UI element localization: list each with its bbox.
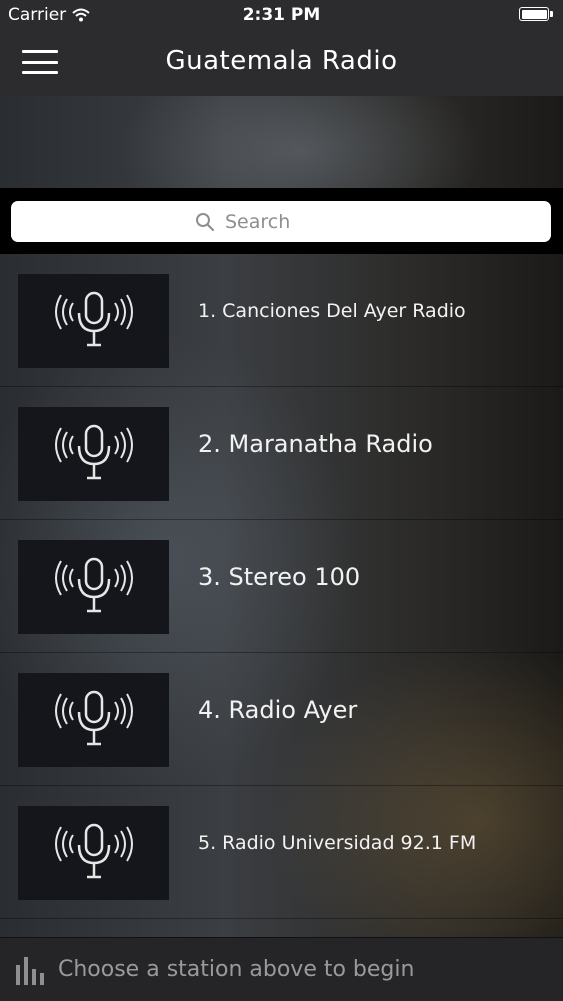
search-bar	[0, 188, 563, 254]
now-playing-bar[interactable]: Choose a station above to begin	[0, 937, 563, 1001]
station-row[interactable]: 4. Radio Ayer	[0, 653, 563, 786]
microphone-broadcast-icon	[54, 424, 133, 480]
microphone-broadcast-icon	[54, 291, 133, 347]
station-thumbnail	[18, 673, 169, 767]
station-row[interactable]: 1. Canciones Del Ayer Radio	[0, 254, 563, 387]
station-row[interactable]: 2. Maranatha Radio	[0, 387, 563, 520]
station-list: 1. Canciones Del Ayer Radio 2. Maranatha…	[0, 254, 563, 919]
microphone-broadcast-icon	[54, 557, 133, 613]
station-label: 3. Stereo 100	[198, 563, 361, 591]
station-thumbnail	[18, 806, 169, 900]
station-thumbnail	[18, 274, 169, 368]
search-icon	[195, 212, 215, 232]
status-time: 2:31 PM	[242, 5, 321, 25]
player-message: Choose a station above to begin	[58, 957, 415, 982]
battery-icon	[519, 7, 553, 21]
station-row[interactable]: 3. Stereo 100	[0, 520, 563, 653]
equalizer-bars-icon	[16, 957, 44, 985]
status-bar: Carrier 2:31 PM	[0, 0, 563, 30]
station-label: 5. Radio Universidad 92.1 FM	[198, 832, 477, 854]
station-label: 2. Maranatha Radio	[198, 430, 433, 458]
station-label: 1. Canciones Del Ayer Radio	[198, 300, 466, 322]
station-thumbnail	[18, 540, 169, 634]
page-title: Guatemala Radio	[165, 46, 398, 76]
search-field[interactable]	[11, 201, 551, 242]
microphone-broadcast-icon	[54, 823, 133, 879]
station-row[interactable]: 5. Radio Universidad 92.1 FM	[0, 786, 563, 919]
microphone-broadcast-icon	[54, 690, 133, 746]
search-input[interactable]	[223, 209, 367, 234]
station-thumbnail	[18, 407, 169, 501]
nav-bar: Guatemala Radio	[0, 30, 563, 96]
station-label: 4. Radio Ayer	[198, 696, 358, 724]
